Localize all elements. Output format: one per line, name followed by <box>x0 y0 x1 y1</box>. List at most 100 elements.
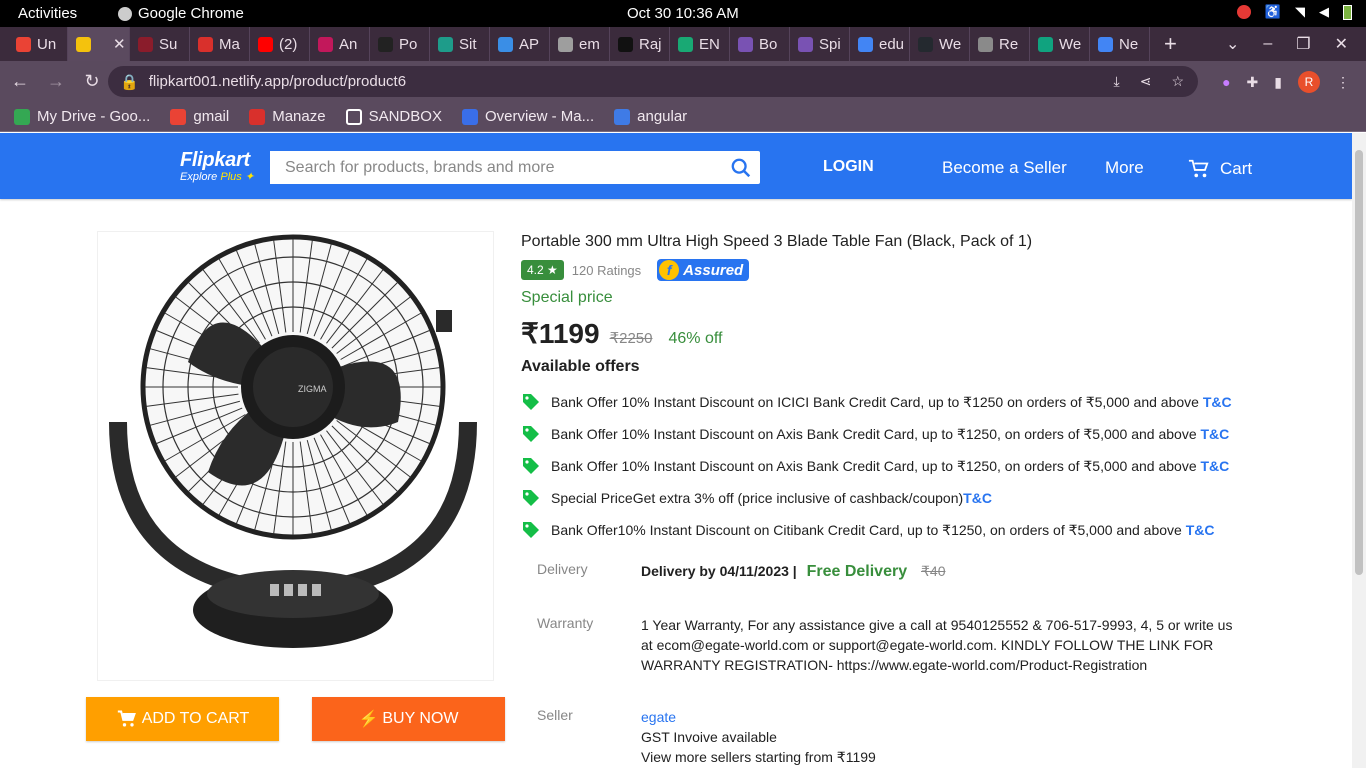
url-text[interactable]: flipkart001.netlify.app/product/product6 <box>149 73 406 90</box>
product-image[interactable]: ZIGMA <box>97 231 494 681</box>
browser-tab[interactable]: Raj <box>610 27 670 61</box>
offer-text: Bank Offer 10% Instant Discount on ICICI… <box>551 394 1232 411</box>
more-menu[interactable]: More <box>1105 158 1144 178</box>
flipkart-logo[interactable]: Flipkart Explore Plus ✦ <box>180 149 254 183</box>
search-icon[interactable] <box>730 157 752 179</box>
bookmark-item[interactable]: gmail <box>170 108 229 125</box>
page-scrollbar[interactable] <box>1352 133 1366 768</box>
product-title: Portable 300 mm Ultra High Speed 3 Blade… <box>521 233 1033 250</box>
flipkart-header: Flipkart Explore Plus ✦ LOGIN Become a S… <box>0 133 1352 199</box>
add-to-cart-label: ADD TO CART <box>141 710 250 727</box>
browser-tab[interactable]: We <box>1030 27 1090 61</box>
offer-tc-link[interactable]: T&C <box>1186 522 1215 538</box>
rating-row: 4.2 ★ 120 Ratings f Assured <box>521 259 1281 281</box>
browser-tab[interactable]: ✕ <box>68 27 130 61</box>
buy-now-button[interactable]: ⚡ BUY NOW <box>312 697 505 741</box>
system-top-bar: Activities Google Chrome Oct 30 10:36 AM… <box>0 0 1366 27</box>
add-to-cart-button[interactable]: ADD TO CART <box>86 697 279 741</box>
free-delivery: Free Delivery <box>806 563 908 580</box>
delivery-value: Delivery by 04/11/2023 | Free Delivery ₹… <box>641 561 1241 582</box>
ratings-count[interactable]: 120 Ratings <box>572 263 641 278</box>
offer-tc-link[interactable]: T&C <box>1201 426 1230 442</box>
browser-tab[interactable]: Re <box>970 27 1030 61</box>
tab-label: Ma <box>219 35 240 53</box>
assured-badge: f Assured <box>657 259 750 281</box>
browser-tab[interactable]: Su <box>130 27 190 61</box>
tab-search-icon[interactable]: ⌄ <box>1226 34 1239 54</box>
bookmark-item[interactable]: angular <box>614 108 687 125</box>
tab-label: EN <box>699 35 720 53</box>
delivery-date: Delivery by 04/11/2023 | <box>641 563 797 579</box>
maximize-icon[interactable]: ❐ <box>1296 34 1310 54</box>
clock[interactable]: Oct 30 10:36 AM <box>627 5 739 22</box>
system-tray[interactable]: ♿ ◥ ◀ <box>1236 4 1352 20</box>
app-menu[interactable]: Google Chrome <box>118 5 244 22</box>
offer-description: Bank Offer 10% Instant Discount on Axis … <box>551 425 1201 442</box>
bookmark-star-icon[interactable]: ☆ <box>1171 73 1184 90</box>
omnibox[interactable]: 🔒 flipkart001.netlify.app/product/produc… <box>108 66 1198 97</box>
kebab-menu-icon[interactable]: ⋮ <box>1336 74 1350 91</box>
offer-tc-link[interactable]: T&C <box>963 490 992 506</box>
side-panel-icon[interactable]: ▮ <box>1274 74 1282 91</box>
offer-tag-icon <box>523 458 539 474</box>
browser-tab[interactable]: edu <box>850 27 910 61</box>
close-window-icon[interactable]: ✕ <box>1335 34 1348 54</box>
browser-tab[interactable]: Sit <box>430 27 490 61</box>
seller-name-link[interactable]: egate <box>641 707 1241 727</box>
browser-tab[interactable]: em <box>550 27 610 61</box>
become-seller-link[interactable]: Become a Seller <box>942 158 1067 178</box>
browser-tab[interactable]: (2) <box>250 27 310 61</box>
offer-tc-link[interactable]: T&C <box>1203 394 1232 410</box>
offer-item: Bank Offer 10% Instant Discount on Axis … <box>521 450 1281 482</box>
scrollbar-thumb[interactable] <box>1355 150 1363 575</box>
browser-tab[interactable]: Un <box>8 27 68 61</box>
bookmark-item[interactable]: Overview - Ma... <box>461 108 595 125</box>
extensions-area: ● ✚ ▮ R ⋮ <box>1222 71 1350 93</box>
offer-text: Special PriceGet extra 3% off (price inc… <box>551 490 992 506</box>
offer-tc-link[interactable]: T&C <box>1201 458 1230 474</box>
cart-link[interactable]: Cart <box>1188 158 1252 180</box>
tab-close-icon[interactable]: ✕ <box>113 35 126 53</box>
puzzle-icon[interactable]: ✚ <box>1247 74 1259 91</box>
share-icon[interactable]: ⋖ <box>1140 73 1152 90</box>
browser-tab[interactable]: AP <box>490 27 550 61</box>
tab-favicon <box>258 36 273 52</box>
extension-icon[interactable]: ● <box>1222 74 1230 90</box>
delivery-charge: ₹40 <box>921 563 946 579</box>
discount-percent: 46% off <box>668 330 723 347</box>
offer-text: Bank Offer 10% Instant Discount on Axis … <box>551 458 1229 475</box>
tab-label: An <box>339 35 358 53</box>
bookmark-icon <box>170 108 187 125</box>
activities-button[interactable]: Activities <box>18 5 77 22</box>
browser-tab[interactable]: We <box>910 27 970 61</box>
browser-tab[interactable]: EN <box>670 27 730 61</box>
web-page: Flipkart Explore Plus ✦ LOGIN Become a S… <box>0 133 1352 768</box>
price-row: ₹1199 ₹2250 46% off <box>521 317 1281 350</box>
profile-avatar[interactable]: R <box>1298 71 1320 93</box>
install-icon[interactable]: ⤓ <box>1114 73 1120 90</box>
offer-description: Bank Offer10% Instant Discount on Citiba… <box>551 521 1186 538</box>
login-button[interactable]: LOGIN <box>823 158 874 176</box>
browser-tab[interactable]: Bo <box>730 27 790 61</box>
bookmark-label: Overview - Ma... <box>484 108 595 125</box>
cart-label: Cart <box>1220 159 1253 178</box>
back-icon[interactable]: ← <box>4 71 36 92</box>
bookmark-item[interactable]: Manaze <box>249 108 326 125</box>
bookmark-icon <box>461 108 478 125</box>
browser-tab[interactable]: Ma <box>190 27 250 61</box>
bookmark-item[interactable]: SANDBOX <box>345 108 442 125</box>
minimize-icon[interactable]: – <box>1263 35 1272 53</box>
new-tab-icon[interactable]: + <box>1164 31 1177 57</box>
more-sellers-link[interactable]: View more sellers starting from ₹1199 <box>641 747 1241 767</box>
reload-icon[interactable]: ↻ <box>76 71 108 92</box>
browser-tab[interactable]: An <box>310 27 370 61</box>
browser-tab[interactable]: Po <box>370 27 430 61</box>
browser-tab[interactable]: Ne <box>1090 27 1150 61</box>
bookmark-item[interactable]: My Drive - Goo... <box>14 108 150 125</box>
offer-description: Bank Offer 10% Instant Discount on ICICI… <box>551 393 1203 410</box>
search-input[interactable] <box>270 151 720 184</box>
forward-icon[interactable]: → <box>40 71 72 92</box>
bookmark-label: gmail <box>193 108 230 125</box>
browser-tab[interactable]: Spi <box>790 27 850 61</box>
bookmark-icon <box>345 108 362 125</box>
